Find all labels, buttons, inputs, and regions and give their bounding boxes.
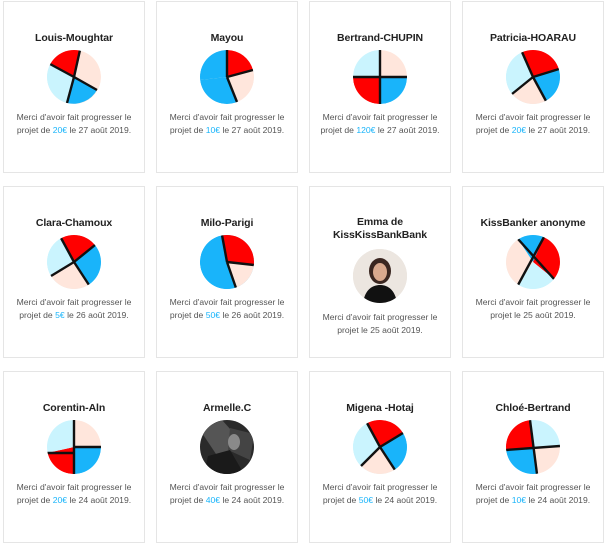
amount: 120€ bbox=[356, 125, 376, 135]
thanks-message: Merci d'avoir fait progresser le projet … bbox=[16, 482, 132, 505]
thanks-message: Merci d'avoir fait progresser le projet … bbox=[16, 297, 132, 320]
date: 25 août 2019. bbox=[370, 325, 423, 335]
thanks-message: Merci d'avoir fait progresser le projet … bbox=[322, 312, 438, 335]
amount: 50€ bbox=[358, 495, 374, 505]
photo-avatar bbox=[200, 420, 254, 474]
date: 24 août 2019. bbox=[78, 495, 132, 505]
backer-card[interactable]: Corentin-Aln Merci d'avoir fait progress… bbox=[3, 371, 145, 543]
backer-card[interactable]: Emma de KissKissBankBank Merci d'avoir f… bbox=[309, 186, 451, 358]
backer-card[interactable]: Chloé-Bertrand Merci d'avoir fait progre… bbox=[462, 371, 604, 543]
amount: 10€ bbox=[205, 125, 221, 135]
amount: 20€ bbox=[52, 495, 68, 505]
backer-name[interactable]: Milo-Parigi bbox=[157, 217, 297, 229]
date: 24 août 2019. bbox=[384, 495, 438, 505]
backer-name[interactable]: Clara-Chamoux bbox=[4, 217, 144, 229]
date: 24 août 2019. bbox=[231, 495, 285, 505]
backer-name[interactable]: Emma de KissKissBankBank bbox=[310, 216, 450, 242]
date: 27 août 2019. bbox=[537, 125, 591, 135]
backer-card[interactable]: Mayou Merci d'avoir fait progresser le p… bbox=[156, 1, 298, 173]
date: 27 août 2019. bbox=[78, 125, 132, 135]
backer-name[interactable]: KissBanker anonyme bbox=[463, 217, 603, 229]
backer-card[interactable]: Patricia-HOARAU Merci d'avoir fait progr… bbox=[462, 1, 604, 173]
date: 27 août 2019. bbox=[231, 125, 285, 135]
backer-name[interactable]: Mayou bbox=[157, 32, 297, 44]
thanks-message: Merci d'avoir fait progresser le projet … bbox=[16, 112, 132, 135]
backer-card[interactable]: KissBanker anonyme Merci d'avoir fait pr… bbox=[462, 186, 604, 358]
backer-name[interactable]: Chloé-Bertrand bbox=[463, 402, 603, 414]
thanks-message: Merci d'avoir fait progresser le projet … bbox=[169, 482, 285, 505]
pie-avatar-icon bbox=[506, 420, 560, 474]
backer-card[interactable]: Bertrand-CHUPIN Merci d'avoir fait progr… bbox=[309, 1, 451, 173]
backer-card[interactable]: Armelle.C Merci d'avoir fait progresser … bbox=[156, 371, 298, 543]
pie-avatar-icon bbox=[506, 235, 560, 289]
pie-avatar-icon bbox=[353, 420, 407, 474]
backer-name[interactable]: Louis-Moughtar bbox=[4, 32, 144, 44]
photo-avatar bbox=[353, 249, 407, 303]
amount: 40€ bbox=[205, 495, 221, 505]
thanks-message: Merci d'avoir fait progresser le projet … bbox=[169, 297, 285, 320]
backer-card[interactable]: Milo-Parigi Merci d'avoir fait progresse… bbox=[156, 186, 298, 358]
pie-avatar-icon bbox=[47, 50, 101, 104]
amount: 50€ bbox=[205, 310, 221, 320]
backer-name[interactable]: Migena -Hotaj bbox=[310, 402, 450, 414]
backer-name[interactable]: Bertrand-CHUPIN bbox=[310, 32, 450, 44]
amount: 10€ bbox=[511, 495, 527, 505]
backer-card[interactable]: Migena -Hotaj Merci d'avoir fait progres… bbox=[309, 371, 451, 543]
thanks-message: Merci d'avoir fait progresser le projet … bbox=[475, 297, 591, 320]
amount: 5€ bbox=[55, 310, 65, 320]
date: 26 août 2019. bbox=[76, 310, 129, 320]
date: 24 août 2019. bbox=[537, 495, 591, 505]
thanks-message: Merci d'avoir fait progresser le projet … bbox=[322, 482, 438, 505]
pie-avatar-icon bbox=[47, 235, 101, 289]
pie-avatar-icon bbox=[47, 420, 101, 474]
thanks-message: Merci d'avoir fait progresser le projet … bbox=[475, 112, 591, 135]
thanks-message: Merci d'avoir fait progresser le projet … bbox=[475, 482, 591, 505]
amount: 20€ bbox=[511, 125, 527, 135]
pie-avatar-icon bbox=[353, 50, 407, 104]
backer-card[interactable]: Clara-Chamoux Merci d'avoir fait progres… bbox=[3, 186, 145, 358]
date: 27 août 2019. bbox=[386, 125, 440, 135]
date: 25 août 2019. bbox=[523, 310, 576, 320]
thanks-message: Merci d'avoir fait progresser le projet … bbox=[320, 112, 440, 135]
backer-name[interactable]: Armelle.C bbox=[157, 402, 297, 414]
pie-avatar-icon bbox=[200, 235, 254, 289]
backer-card[interactable]: Louis-Moughtar Merci d'avoir fait progre… bbox=[3, 1, 145, 173]
date: 26 août 2019. bbox=[231, 310, 285, 320]
pie-avatar-icon bbox=[200, 50, 254, 104]
amount: 20€ bbox=[52, 125, 68, 135]
thanks-message: Merci d'avoir fait progresser le projet … bbox=[169, 112, 285, 135]
pie-avatar-icon bbox=[506, 50, 560, 104]
backer-name[interactable]: Corentin-Aln bbox=[4, 402, 144, 414]
backer-name[interactable]: Patricia-HOARAU bbox=[463, 32, 603, 44]
